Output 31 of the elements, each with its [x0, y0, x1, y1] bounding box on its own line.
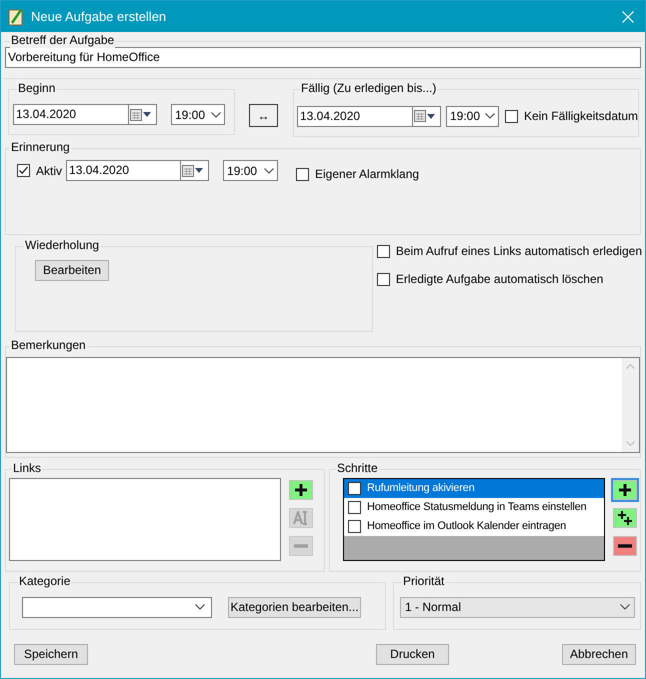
date-field[interactable]: 13.04.2020: [297, 106, 413, 126]
group-label: Bemerkungen: [10, 338, 87, 353]
checkbox-label: Erledigte Aufgabe automatisch löschen: [396, 271, 604, 288]
checkbox-label: Beim Aufruf eines Links automatisch erledigen: [396, 243, 642, 260]
time-dropdown[interactable]: 19:00: [223, 160, 278, 181]
subject-field[interactable]: Vorbereitung für HomeOffice: [5, 47, 641, 68]
group-label: Kategorie: [18, 574, 72, 589]
step-item[interactable]: Rufumleitung akivieren: [344, 479, 604, 498]
print-button[interactable]: Drucken: [376, 644, 449, 665]
checkbox-label: Kein Fälligkeitsdatum: [524, 108, 638, 125]
group-label: Betreff der Aufgabe: [10, 33, 116, 48]
group-label: Fällig (Zu erledigen bis...): [300, 81, 438, 96]
group-label: Beginn: [17, 81, 56, 96]
step-item[interactable]: Homeoffice im Outlook Kalender eintragen: [344, 517, 604, 536]
time-dropdown[interactable]: 19:00: [446, 106, 499, 126]
swap-button[interactable]: ↔: [249, 104, 278, 127]
steps-list[interactable]: Rufumleitung akivieren Homeoffice Statusmeldung in Teams einstellen Homeoffice im Outlook Kalender eintragen: [343, 478, 605, 561]
date-field[interactable]: 13.04.2020: [13, 104, 129, 125]
edit-button[interactable]: Bearbeiten: [35, 260, 109, 281]
group-label: Erinnerung: [10, 140, 71, 155]
date-field[interactable]: 13.04.2020: [66, 160, 182, 181]
window-title: Neue Aufgabe erstellen: [31, 8, 166, 26]
step-item[interactable]: Homeoffice Statusmeldung in Teams einstellen: [344, 498, 604, 517]
checkbox-label: Aktiv: [36, 162, 62, 180]
save-button[interactable]: Speichern: [14, 644, 88, 665]
priority-dropdown[interactable]: 1 - Normal: [400, 596, 635, 618]
group-label: Wiederholung: [24, 238, 100, 253]
checkbox-label: Eigener Alarmklang: [315, 166, 420, 183]
edit-categories-button[interactable]: Kategorien bearbeiten...: [228, 596, 361, 618]
time-dropdown[interactable]: 19:00: [171, 104, 225, 125]
cancel-button[interactable]: Abbrechen: [562, 644, 636, 665]
